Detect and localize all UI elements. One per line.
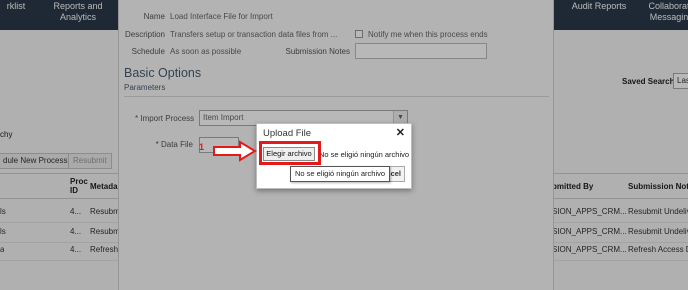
highlight-box: [259, 141, 321, 165]
upload-file-title: Upload File: [263, 128, 312, 139]
close-icon[interactable]: ✕: [396, 126, 405, 139]
file-tooltip: No se eligió ningún archivo: [290, 166, 391, 182]
right-arrow-icon: [213, 140, 257, 162]
no-file-chosen-text: No se eligió ningún archivo: [319, 150, 410, 159]
step-number: 1: [199, 142, 205, 152]
